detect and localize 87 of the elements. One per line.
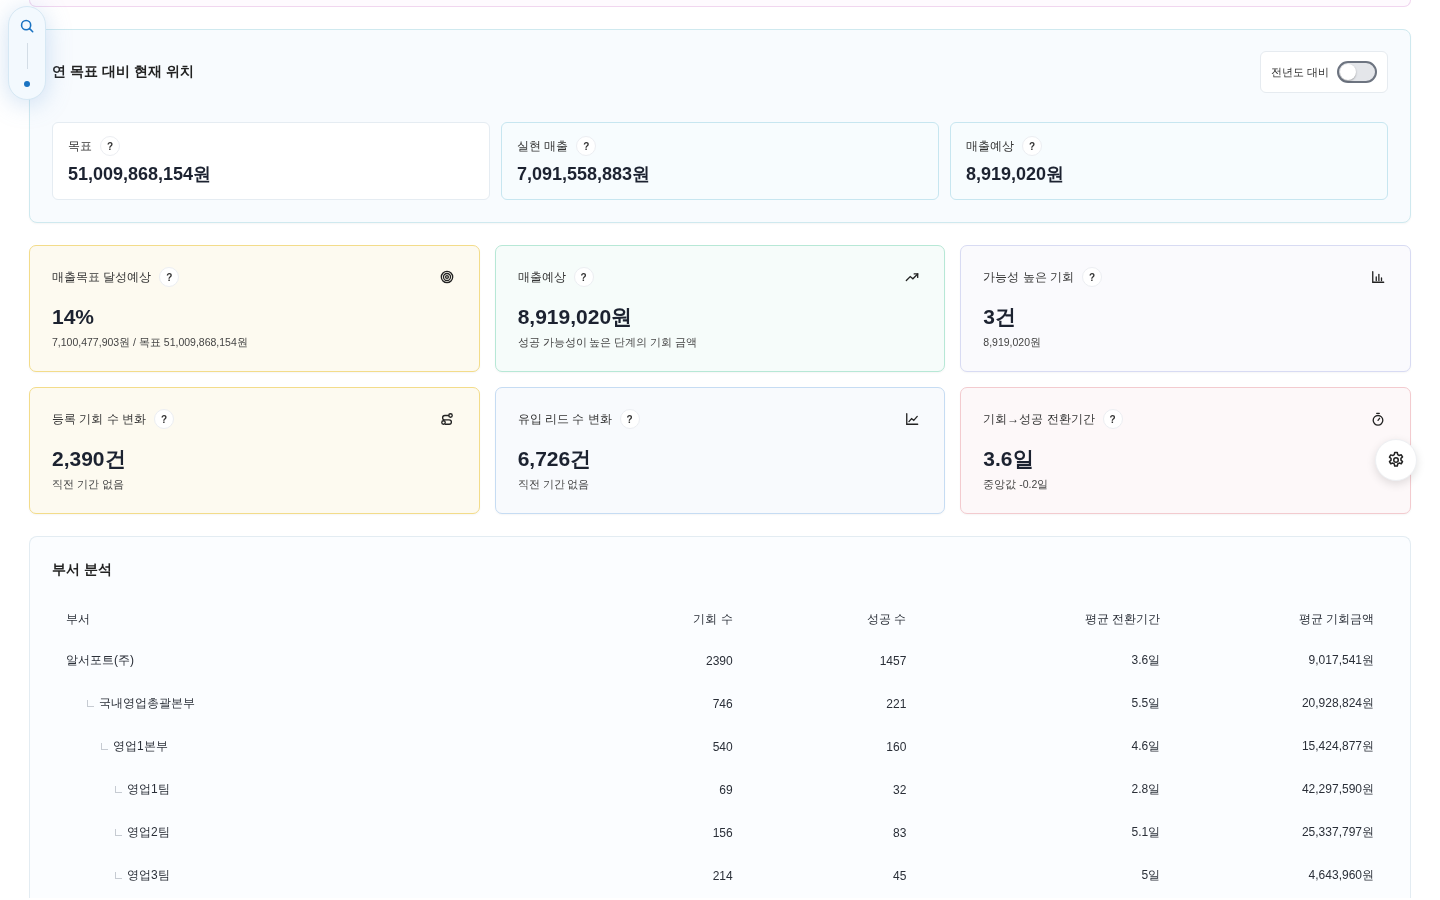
metric-note: 중앙값 -0.2일 (983, 478, 1050, 492)
table-cell-text: 69 (718, 781, 734, 799)
table-cell-text: 221 (885, 695, 908, 713)
help-button[interactable]: ? (1022, 136, 1042, 156)
target-icon (439, 270, 454, 284)
column-header: 성공 수 (866, 610, 908, 628)
metric-note: 직전 기간 없음 (517, 478, 591, 492)
department-name: 국내영업총괄본부 (99, 696, 195, 710)
table-cell-text: 32 (892, 781, 908, 799)
toggle-switch[interactable] (1337, 61, 1377, 83)
table-cell-text: 3.6일 (1130, 652, 1162, 669)
metric-label: 매출예상 (517, 268, 566, 286)
table-cell-text: 5.5일 (1130, 695, 1162, 712)
tree-branch-icon (101, 743, 108, 750)
stat-label: 실현 매출 (517, 137, 569, 155)
route-icon (439, 412, 454, 426)
table-cell-text: 5.1일 (1130, 824, 1162, 841)
table-cell-text: 160 (885, 738, 908, 756)
stat-value: 51,009,868,154원 (68, 163, 213, 186)
help-button[interactable]: ? (100, 136, 120, 156)
help-button[interactable]: ? (154, 409, 174, 429)
table-cell-text: 1457 (878, 652, 908, 670)
department-name: 영업1팀 (127, 782, 170, 796)
table-cell-text: 25,337,797원 (1300, 824, 1375, 841)
table-cell-text: 2390 (705, 652, 734, 670)
metric-value: 6,726건 (517, 447, 593, 471)
help-button[interactable]: ? (576, 136, 597, 156)
column-header: 기회 수 (692, 610, 734, 628)
metric-value: 2,390건 (52, 447, 127, 471)
stat-value: 8,919,020원 (966, 163, 1066, 186)
department-name: 알서포트(주) (66, 653, 134, 667)
nav-dot[interactable] (24, 81, 30, 87)
metric-label: 유입 리드 수 변화 (517, 410, 612, 428)
help-button[interactable]: ? (1082, 267, 1102, 287)
toggle-control[interactable]: 전년도 대비 (1259, 51, 1388, 93)
stat-label: 목표 (68, 137, 92, 155)
table-cell-text: 4.6일 (1130, 738, 1162, 755)
metric-label: 가능성 높은 기회 (983, 268, 1074, 286)
stat-value: 7,091,558,883원 (517, 163, 652, 186)
table-cell-text: 83 (892, 824, 908, 842)
help-button[interactable]: ? (573, 267, 594, 287)
table-cell-text: 4,643,960원 (1307, 867, 1375, 884)
search-icon[interactable] (20, 19, 34, 33)
metric-label: 매출목표 달성예상 (52, 268, 152, 286)
department-name: 영업3팀 (127, 868, 170, 882)
metric-value: 3.6일 (983, 447, 1035, 471)
metric-note: 직전 기간 없음 (52, 478, 125, 492)
metric-value: 14% (52, 305, 96, 329)
table-cell-text: 540 (711, 738, 734, 756)
line-chart-icon (905, 412, 920, 426)
help-button[interactable]: ? (1102, 409, 1123, 429)
table-cell-text: 45 (892, 867, 908, 885)
metric-value: 3건 (983, 305, 1017, 329)
tree-branch-icon (115, 786, 122, 793)
department-name: 영업2팀 (127, 825, 170, 839)
table-cell-text: 15,424,877원 (1300, 738, 1375, 755)
metric-label: 기회→성공 전환기간 (983, 410, 1095, 428)
department-name: 영업1본부 (113, 739, 168, 753)
column-header: 평균 기회금액 (1297, 610, 1375, 628)
metric-label: 등록 기회 수 변화 (52, 410, 146, 428)
metric-note: 성공 가능성이 높은 단계의 기회 금액 (517, 336, 699, 350)
stopwatch-icon (1371, 412, 1385, 426)
column-header: 부서 (65, 610, 91, 628)
stat-label: 매출예상 (966, 137, 1014, 155)
tree-branch-icon (115, 829, 122, 836)
section-title: 연 목표 대비 현재 위치 (52, 63, 194, 81)
table-cell-text: 20,928,824원 (1300, 695, 1375, 712)
table-cell-text: 156 (711, 824, 734, 842)
table-cell-text: 214 (711, 867, 734, 885)
table-cell-text: 2.8일 (1130, 781, 1162, 798)
help-button[interactable]: ? (619, 409, 640, 429)
metric-note: 8,919,020원 (983, 336, 1043, 350)
column-header: 평균 전환기간 (1083, 610, 1162, 628)
metric-value: 8,919,020원 (517, 305, 634, 329)
section-title: 부서 분석 (52, 560, 113, 579)
toggle-label: 전년도 대비 (1270, 64, 1329, 80)
table-cell-text: 746 (711, 695, 734, 713)
tree-branch-icon (87, 700, 94, 707)
metric-note: 7,100,477,903원 / 목표 51,009,868,154원 (52, 336, 249, 350)
bar-chart-icon (1371, 270, 1385, 284)
table-cell-text: 42,297,590원 (1300, 781, 1375, 798)
settings-icon (1387, 451, 1405, 469)
tree-branch-icon (115, 872, 122, 879)
help-button[interactable]: ? (159, 267, 180, 287)
table-cell-text: 9,017,541원 (1307, 652, 1375, 669)
trend-up-icon (905, 270, 920, 284)
table-cell-text: 5일 (1140, 867, 1162, 884)
